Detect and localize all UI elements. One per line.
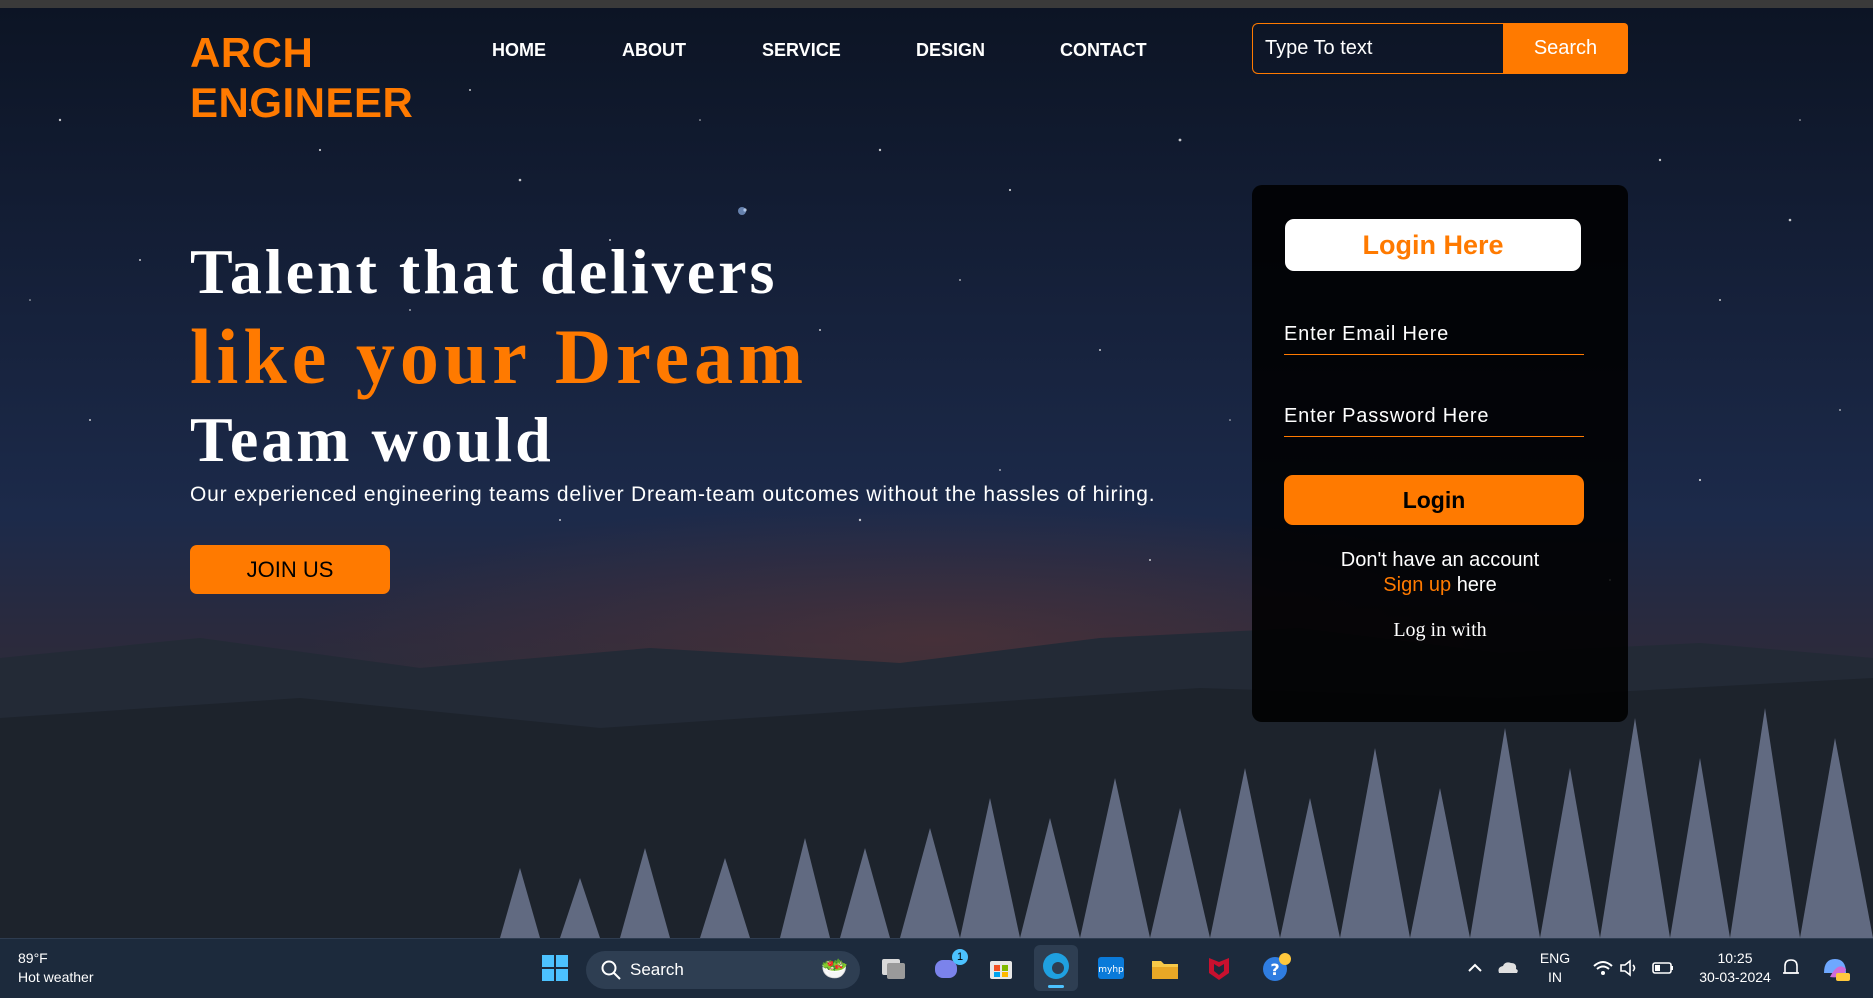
microsoft-store-icon[interactable] (984, 951, 1018, 985)
clock-time: 10:25 (1717, 950, 1753, 966)
get-help-icon[interactable]: ? (1258, 951, 1292, 985)
nav-service[interactable]: SERVICE (762, 40, 841, 61)
teams-badge: 1 (952, 949, 968, 965)
signup-link[interactable]: Sign up (1383, 574, 1451, 596)
volume-icon[interactable] (1612, 951, 1646, 985)
login-button[interactable]: Login (1284, 475, 1584, 525)
myhp-icon[interactable]: myhp (1094, 951, 1128, 985)
chevron-up-icon[interactable] (1458, 951, 1492, 985)
windows-taskbar: 89°F Hot weather Search 🥗 1 myhp ? ENG I… (0, 938, 1873, 998)
signup-prompt: Don't have an account Sign up here (1252, 548, 1628, 598)
battery-icon[interactable] (1646, 951, 1680, 985)
taskbar-search[interactable]: Search 🥗 (586, 951, 860, 989)
log-in-with-text: Log in with (1393, 619, 1487, 641)
clock[interactable]: 10:25 30-03-2024 (1690, 949, 1780, 987)
svg-text:myhp: myhp (1098, 965, 1124, 975)
svg-text:?: ? (1270, 960, 1279, 979)
hero-subtitle: Our experienced engineering teams delive… (190, 483, 1156, 506)
browser-top-edge (0, 0, 1873, 8)
join-us-button[interactable]: JOIN US (190, 545, 390, 594)
task-view-icon[interactable] (876, 951, 910, 985)
hero-heading-line-1: Talent that delivers (190, 236, 778, 307)
search-highlight-icon: 🥗 (820, 956, 848, 981)
search-icon (601, 960, 621, 980)
webpage: ARCH ENGINEER HOME ABOUT SERVICE DESIGN … (0, 0, 1873, 938)
nav-home[interactable]: HOME (492, 40, 546, 61)
search-input[interactable] (1252, 23, 1503, 74)
login-title: Login Here (1285, 219, 1581, 271)
onedrive-cloud-icon[interactable] (1490, 951, 1524, 985)
login-card: Login Here Login Don't have an account S… (1252, 185, 1628, 722)
copilot-icon[interactable] (1818, 951, 1852, 985)
windows-start-icon[interactable] (538, 951, 572, 985)
hero-heading-line-3: Team would (190, 404, 554, 475)
signup-suffix: here (1456, 574, 1497, 596)
logo-line-2: ENGINEER (190, 79, 414, 126)
language-indicator[interactable]: ENG IN (1538, 949, 1572, 987)
search-button[interactable]: Search (1503, 23, 1628, 74)
logo-line-1: ARCH (190, 29, 314, 76)
clock-date: 30-03-2024 (1699, 969, 1771, 985)
taskbar-search-label: Search (630, 960, 684, 979)
hero-heading-line-2: like your Dream (190, 313, 809, 400)
no-account-text: Don't have an account (1340, 549, 1540, 571)
notification-bell-icon[interactable] (1774, 951, 1808, 985)
email-field[interactable] (1284, 315, 1584, 355)
weather-temp: 89°F (18, 950, 48, 966)
edge-browser-icon[interactable] (1034, 945, 1078, 991)
weather-desc: Hot weather (18, 969, 94, 985)
language-line-1: ENG (1539, 950, 1571, 966)
site-search: Search (1252, 23, 1628, 74)
mcafee-icon[interactable] (1202, 951, 1236, 985)
nav-design[interactable]: DESIGN (916, 40, 985, 61)
signup-line: Sign up here (1252, 573, 1628, 598)
weather-widget[interactable]: 89°F Hot weather (18, 949, 93, 987)
language-line-2: IN (1548, 969, 1562, 985)
teams-chat-icon[interactable]: 1 (930, 949, 968, 985)
site-logo[interactable]: ARCH ENGINEER (190, 28, 413, 128)
nav-about[interactable]: ABOUT (622, 40, 686, 61)
file-explorer-icon[interactable] (1148, 951, 1182, 985)
nav-contact[interactable]: CONTACT (1060, 40, 1147, 61)
password-field[interactable] (1284, 397, 1584, 437)
